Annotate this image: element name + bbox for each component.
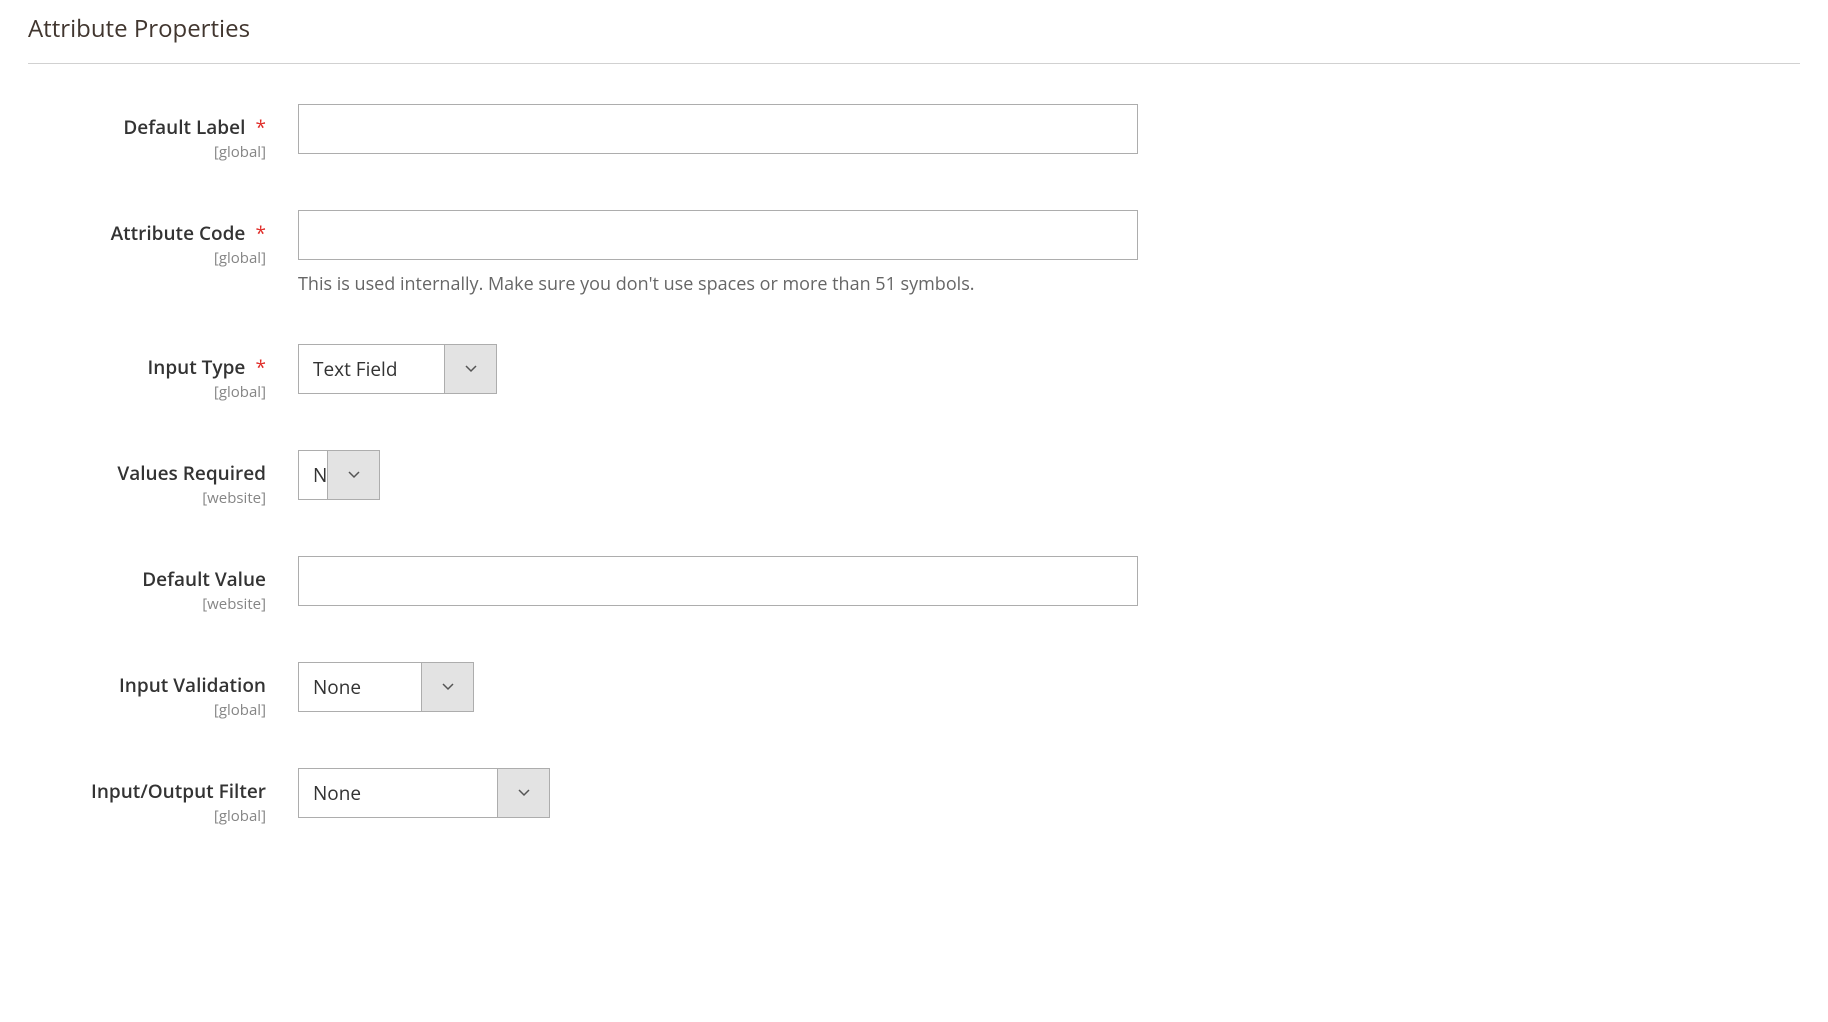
chevron-down-icon [497,769,549,817]
input-validation-select[interactable]: None [298,662,474,712]
chevron-down-icon [421,663,473,711]
section-title: Attribute Properties [28,12,1800,64]
input-col: None [298,768,550,818]
label-col: Attribute Code * [global] [28,210,298,268]
field-row-default-value: Default Value [website] [28,556,1800,614]
io-filter-select[interactable]: None [298,768,550,818]
input-col: None [298,662,474,712]
field-row-io-filter: Input/Output Filter [global] None [28,768,1800,826]
chevron-down-icon [444,345,496,393]
input-validation-scope: [global] [28,700,266,720]
chevron-down-icon [327,451,379,499]
values-required-scope: [website] [28,488,266,508]
io-filter-scope: [global] [28,806,266,826]
input-col: This is used internally. Make sure you d… [298,210,1138,296]
attribute-code-label: Attribute Code [111,220,246,246]
label-col: Input/Output Filter [global] [28,768,298,826]
input-type-label: Input Type [147,354,245,380]
values-required-select[interactable]: No [298,450,380,500]
default-value-label: Default Value [142,566,266,592]
input-col: Text Field [298,344,497,394]
field-row-default-label: Default Label * [global] [28,104,1800,162]
label-col: Default Value [website] [28,556,298,614]
input-col: No [298,450,380,500]
default-label-input[interactable] [298,104,1138,154]
io-filter-label: Input/Output Filter [91,778,266,804]
input-validation-label: Input Validation [119,672,266,698]
default-value-input[interactable] [298,556,1138,606]
field-row-input-validation: Input Validation [global] None [28,662,1800,720]
attribute-code-input[interactable] [298,210,1138,260]
required-mark: * [256,354,266,380]
required-mark: * [256,220,266,246]
attribute-code-hint: This is used internally. Make sure you d… [298,272,1138,296]
values-required-label: Values Required [117,460,266,486]
field-row-input-type: Input Type * [global] Text Field [28,344,1800,402]
label-col: Input Type * [global] [28,344,298,402]
field-row-values-required: Values Required [website] No [28,450,1800,508]
io-filter-value: None [299,769,497,817]
input-col [298,556,1138,606]
input-type-scope: [global] [28,382,266,402]
values-required-value: No [299,451,327,499]
attribute-code-scope: [global] [28,248,266,268]
default-value-scope: [website] [28,594,266,614]
field-row-attribute-code: Attribute Code * [global] This is used i… [28,210,1800,296]
label-col: Values Required [website] [28,450,298,508]
required-mark: * [256,114,266,140]
default-label-label: Default Label [123,114,245,140]
input-col [298,104,1138,154]
input-type-value: Text Field [299,345,444,393]
label-col: Default Label * [global] [28,104,298,162]
default-label-scope: [global] [28,142,266,162]
label-col: Input Validation [global] [28,662,298,720]
input-type-select[interactable]: Text Field [298,344,497,394]
input-validation-value: None [299,663,421,711]
